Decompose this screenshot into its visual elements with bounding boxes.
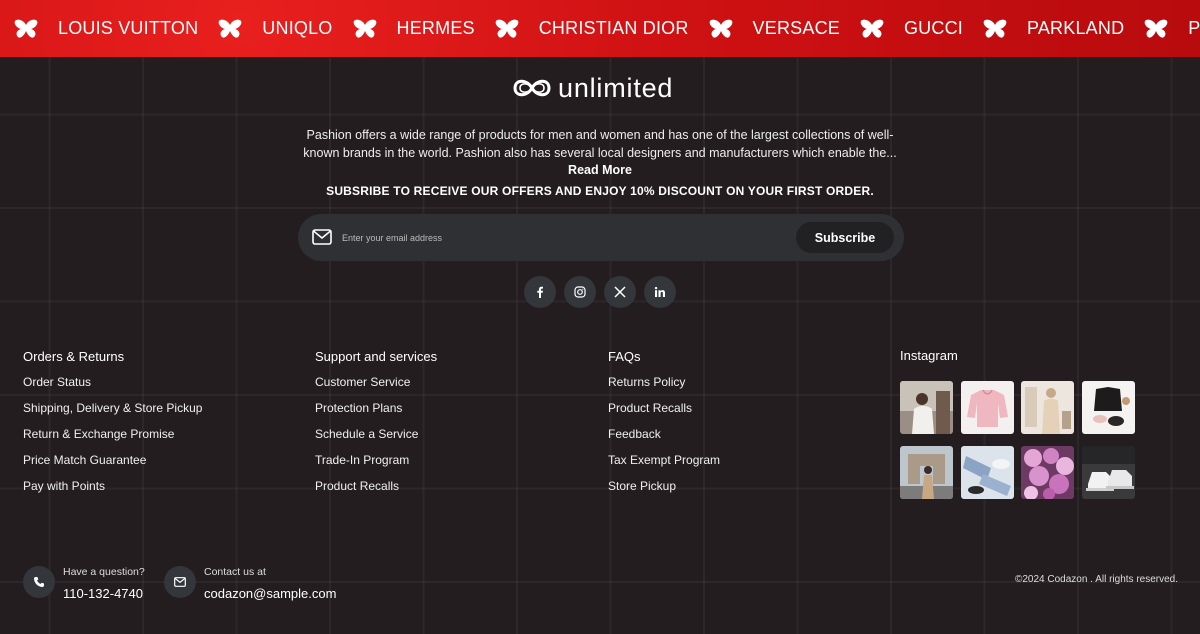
footer-link[interactable]: Shipping, Delivery & Store Pickup — [23, 401, 202, 427]
brand-name[interactable]: CHRISTIAN DIOR — [539, 18, 689, 39]
instagram-thumb-pink-sweater-photo[interactable] — [960, 381, 1014, 434]
footer-link[interactable]: Customer Service — [315, 375, 437, 401]
footer-link[interactable]: Product Recalls — [608, 401, 720, 427]
brand-item: HERMES — [333, 18, 475, 39]
brand-item: GUCCI — [840, 18, 963, 39]
footer-link[interactable]: Returns Policy — [608, 375, 720, 401]
orders-returns-column: Orders & Returns Order Status Shipping, … — [23, 348, 202, 505]
column-title: Support and services — [315, 349, 438, 364]
footer-link[interactable]: Pay with Points — [23, 479, 202, 505]
subscribe-button[interactable]: Subscribe — [796, 222, 894, 253]
footer-link[interactable]: Return & Exchange Promise — [23, 427, 202, 453]
footer-link[interactable]: Price Match Guarantee — [23, 453, 202, 479]
butterfly-icon — [353, 19, 376, 38]
linkedin-icon — [654, 286, 665, 297]
facebook-icon — [537, 286, 543, 298]
phone-label: Have a question? — [63, 566, 145, 578]
infinity-logo-icon — [513, 79, 551, 97]
brand-marquee-bar: LOUIS VUITTON UNIQLO HERMES CHRISTIAN DIOR V… — [0, 0, 1200, 57]
social-links — [524, 276, 676, 308]
brand-name[interactable]: VERSACE — [753, 18, 840, 39]
linkedin-link[interactable] — [644, 276, 676, 308]
phone-number[interactable]: 110-132-4740 — [63, 584, 145, 604]
footer-link[interactable]: Product Recalls — [315, 479, 437, 505]
instagram-thumb-pink-flowers-photo[interactable] — [1021, 446, 1074, 499]
instagram-link[interactable] — [564, 276, 596, 308]
brand-name[interactable]: PARKLAND — [1027, 18, 1124, 39]
instagram-thumb-black-outfit-flatlay-photo[interactable] — [1081, 381, 1135, 434]
instagram-title: Instagram — [900, 348, 958, 363]
butterfly-icon — [983, 19, 1007, 38]
butterfly-icon — [1144, 19, 1168, 38]
support-services-column: Support and services Customer Service Pr… — [315, 348, 437, 505]
column-title: Orders & Returns — [23, 349, 125, 364]
footer-link[interactable]: Protection Plans — [315, 401, 437, 427]
subscribe-title: SUBSRIBE TO RECEIVE OUR OFFERS AND ENJOY… — [326, 184, 874, 198]
footer-link[interactable]: Trade-In Program — [315, 453, 437, 479]
copyright-text: ©2024 Codazon . All rights reserved. — [1014, 574, 1178, 585]
butterfly-icon — [860, 19, 884, 38]
footer-link[interactable]: Order Status — [23, 375, 202, 401]
brand-item: PENCH — [1124, 18, 1200, 39]
email-contact: Contact us at codazon@sample.com — [164, 565, 336, 604]
brand-item: CHRISTIAN DIOR — [475, 18, 689, 39]
footer-link[interactable]: Feedback — [608, 427, 720, 453]
about-description: Pashion offers a wide range of products … — [303, 128, 897, 160]
footer-link[interactable]: Store Pickup — [608, 479, 720, 505]
column-title: FAQs — [608, 349, 641, 364]
phone-icon — [23, 566, 55, 598]
brand-item: UNIQLO — [198, 18, 332, 39]
site-logo[interactable]: unlimited — [512, 72, 673, 104]
instagram-thumb-arc-de-triomphe-photo[interactable] — [900, 446, 953, 499]
read-more-link[interactable]: Read More — [568, 163, 632, 177]
brand-marquee-track: LOUIS VUITTON UNIQLO HERMES CHRISTIAN DIOR V… — [0, 0, 1200, 57]
instagram-thumb-beige-outfit-photo[interactable] — [1021, 381, 1074, 434]
instagram-thumb-woman-photo[interactable] — [900, 381, 953, 434]
brand-item: LOUIS VUITTON — [0, 18, 198, 39]
instagram-thumb-jeans-sneakers-photo[interactable] — [960, 446, 1014, 499]
instagram-gallery — [900, 381, 1135, 499]
envelope-icon — [312, 229, 332, 245]
instagram-thumb-white-sneakers-photo[interactable] — [1081, 446, 1135, 499]
phone-contact: Have a question? 110-132-4740 — [23, 565, 145, 604]
footer-link[interactable]: Schedule a Service — [315, 427, 437, 453]
footer-link[interactable]: Tax Exempt Program — [608, 453, 720, 479]
x-icon — [614, 286, 626, 298]
facebook-link[interactable] — [524, 276, 556, 308]
email-label: Contact us at — [204, 566, 266, 578]
brand-name[interactable]: PENCH — [1188, 18, 1200, 39]
brand-name[interactable]: HERMES — [397, 18, 475, 39]
brand-item: VERSACE — [689, 18, 840, 39]
x-link[interactable] — [604, 276, 636, 308]
email-input[interactable] — [342, 226, 782, 249]
butterfly-icon — [709, 19, 732, 38]
faqs-column: FAQs Returns Policy Product Recalls Feed… — [608, 348, 720, 505]
butterfly-icon — [218, 19, 242, 38]
instagram-icon — [574, 286, 586, 298]
about-text: Pashion offers a wide range of products … — [300, 127, 900, 180]
logo-text: unlimited — [558, 72, 674, 103]
brand-name[interactable]: GUCCI — [904, 18, 963, 39]
brand-name[interactable]: UNIQLO — [262, 18, 332, 39]
envelope-icon — [164, 566, 196, 598]
email-address[interactable]: codazon@sample.com — [204, 584, 336, 604]
brand-name[interactable]: LOUIS VUITTON — [58, 18, 198, 39]
butterfly-icon — [14, 19, 38, 38]
brand-item: PARKLAND — [963, 18, 1124, 39]
subscribe-form: Subscribe — [298, 214, 904, 261]
butterfly-icon — [495, 19, 519, 38]
